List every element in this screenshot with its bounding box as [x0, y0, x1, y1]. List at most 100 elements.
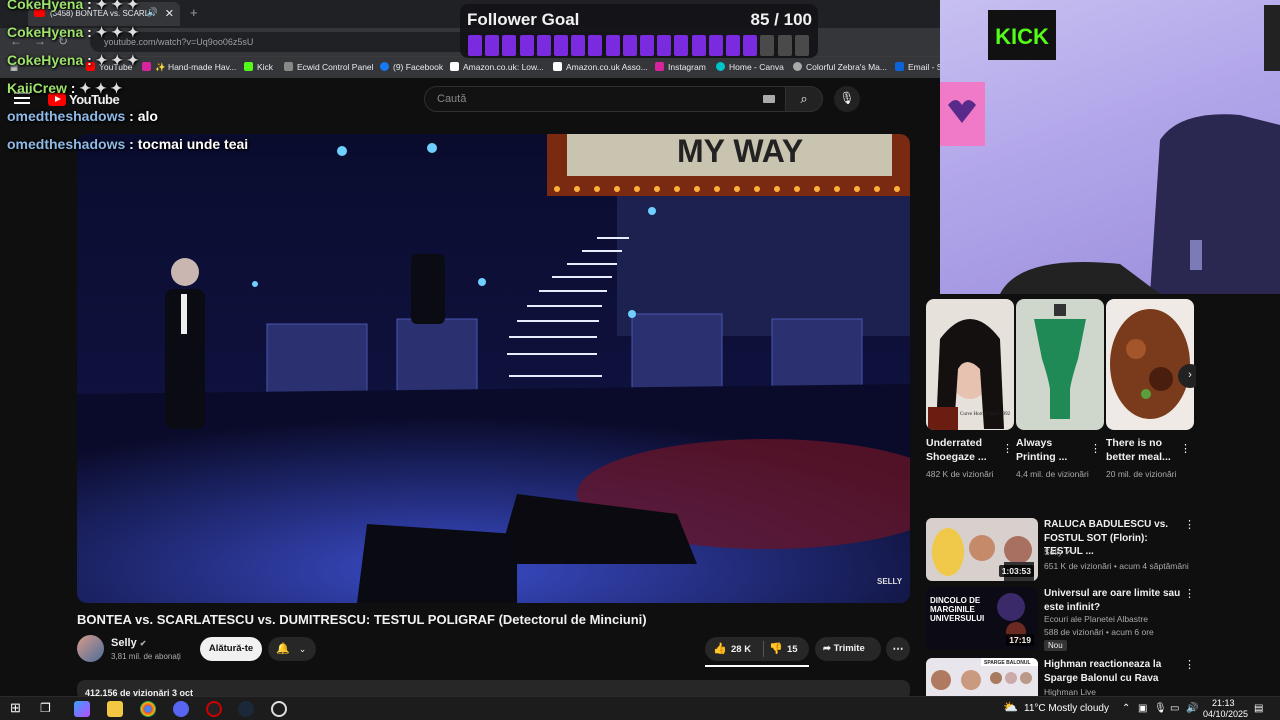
dislike-count[interactable]: 15	[787, 644, 798, 655]
recommended-video[interactable]: SPARGE BALONUL Highman reactioneaza la S…	[926, 658, 1196, 696]
short-thumbnail[interactable]	[1016, 299, 1104, 430]
recommended-title[interactable]: Highman reactioneaza la Sparge Balonul c…	[1044, 658, 1184, 685]
goal-segment-empty	[760, 35, 775, 56]
more-icon[interactable]: ⋮	[1002, 442, 1013, 455]
duration-badge: 1:03:53	[998, 565, 1034, 577]
volume-icon[interactable]: 🔊	[1186, 703, 1198, 714]
recommended-channel[interactable]: Selly ✔	[1044, 547, 1072, 558]
search-input[interactable]: Caută	[424, 86, 786, 112]
more-actions-button[interactable]: ⋯	[886, 637, 910, 661]
recommended-video[interactable]: 1:03:53 RALUCA BADULESCU vs. FOSTUL SOT …	[926, 518, 1196, 584]
clock-date[interactable]: 04/10/2025	[1203, 709, 1248, 719]
weather-text[interactable]: 11°C Mostly cloudy	[1024, 703, 1109, 714]
goal-segment-filled	[605, 35, 620, 56]
keyboard-icon[interactable]	[763, 95, 775, 103]
network-icon[interactable]: ▭	[1170, 703, 1179, 714]
copilot-icon[interactable]	[74, 701, 90, 717]
discord-icon[interactable]	[173, 701, 189, 717]
tray-device-icon[interactable]: ▣	[1138, 703, 1147, 714]
short-thumbnail[interactable]: Curve Horror Head 1992	[926, 299, 1014, 430]
chevron-right-icon[interactable]: ›	[1178, 364, 1196, 388]
emote-icon: ✦ ✦ ✦	[95, 24, 139, 40]
goal-segment-filled	[691, 35, 706, 56]
chevron-down-icon: ⌄	[298, 644, 307, 654]
bookmark-canva[interactable]: Home - Canva	[716, 62, 784, 72]
like-count[interactable]: 28 K	[731, 644, 751, 655]
recommended-video[interactable]: DINCOLO DE MARGINILE UNIVERSULUI 17:19 Uni…	[926, 587, 1196, 653]
video-thumbnail[interactable]: DINCOLO DE MARGINILE UNIVERSULUI 17:19	[926, 587, 1038, 650]
recommended-channel[interactable]: Ecouri ale Planetei Albastre	[1044, 614, 1148, 624]
recommended-channel[interactable]: Highman Live	[1044, 687, 1096, 696]
windows-taskbar: ⊞ ❐ ⛅ 11°C Mostly cloudy ⌃ ▣ 🎙 ▭ 🔊 21:13…	[0, 696, 1280, 720]
search-button[interactable]: ⌕	[785, 86, 823, 112]
emote-icon: ✦ ✦ ✦	[79, 80, 123, 96]
thumb-text: SPARGE BALONUL	[984, 660, 1031, 666]
tray-chevron-up-icon[interactable]: ⌃	[1122, 703, 1130, 714]
bookmark-email[interactable]: Email - S	[895, 62, 940, 72]
mic-icon[interactable]: 🎙	[834, 86, 860, 112]
bookmark-amazon-asso[interactable]: Amazon.co.uk Asso...	[553, 62, 648, 72]
goal-segment-filled	[743, 35, 758, 56]
chat-username: omedtheshadows	[7, 108, 126, 124]
channel-avatar[interactable]	[77, 635, 104, 662]
short-thumbnail[interactable]	[1106, 299, 1194, 430]
chat-username: omedtheshadows	[7, 136, 126, 152]
bookmark-facebook[interactable]: (9) Facebook	[380, 62, 443, 72]
app-icon[interactable]	[271, 701, 287, 717]
like-divider	[763, 641, 764, 657]
more-icon[interactable]: ⋮	[1180, 442, 1191, 455]
chrome-icon[interactable]	[140, 701, 156, 717]
join-button[interactable]: Alătură-te	[200, 637, 262, 661]
clock-time[interactable]: 21:13	[1212, 698, 1235, 708]
close-tab-icon[interactable]: ✕	[165, 7, 174, 20]
chat-message: omedtheshadows : alo	[7, 108, 158, 124]
share-button[interactable]: ➦ Trimite	[815, 637, 881, 661]
short-title[interactable]: Underrated Shoegaze ...	[926, 436, 996, 464]
recommended-meta: 651 K de vizionări • acum 4 săptămâni	[1044, 561, 1189, 571]
more-icon[interactable]: ⋮	[1184, 658, 1195, 671]
mic-tray-icon[interactable]: 🎙	[1154, 703, 1167, 714]
chat-separator: :	[83, 24, 96, 40]
like-icon[interactable]: 👍	[713, 642, 727, 655]
speaker-icon[interactable]: 🔊	[147, 7, 158, 18]
recommended-title[interactable]: Universul are oare limite sau este infin…	[1044, 587, 1184, 614]
share-icon: ➦	[823, 643, 831, 654]
goal-segment-filled	[708, 35, 723, 56]
short-title[interactable]: Always Printing ...	[1016, 436, 1086, 464]
goal-segment-empty	[777, 35, 792, 56]
bookmark-ecwid[interactable]: Ecwid Control Panel	[284, 62, 374, 72]
task-view-icon[interactable]: ❐	[40, 701, 56, 717]
goal-segment-filled	[485, 35, 500, 56]
new-badge: Nou	[1044, 640, 1067, 651]
video-thumbnail[interactable]: SPARGE BALONUL	[926, 658, 1038, 696]
video-thumbnail[interactable]: 1:03:53	[926, 518, 1038, 581]
chat-username: CokeHyena	[7, 0, 84, 12]
bookmark-amazon-low[interactable]: Amazon.co.uk: Low...	[450, 62, 544, 72]
browser-window: (3458) BONTEA vs. SCARLA 🔊 ✕ + ← → ↻ you…	[0, 0, 940, 696]
dislike-icon[interactable]: 👎	[769, 642, 783, 655]
more-icon[interactable]: ⋮	[1184, 518, 1195, 531]
new-tab-icon[interactable]: +	[190, 5, 198, 20]
bookmark-kick[interactable]: Kick	[244, 62, 273, 72]
bookmark-handmade[interactable]: ✨ Hand-made Hav...	[142, 62, 236, 73]
obs-icon[interactable]	[206, 701, 222, 717]
bookmark-zebra[interactable]: Colorful Zebra's Ma...	[793, 62, 887, 72]
steam-icon[interactable]	[238, 701, 254, 717]
description-box[interactable]: 412.156 de vizionări 3 oct	[77, 680, 910, 696]
weather-icon[interactable]: ⛅	[1003, 700, 1018, 714]
short-thumb-image-2	[1016, 299, 1104, 430]
search-icon: ⌕	[800, 91, 808, 106]
notifications-button[interactable]: 🔔 ⌄	[268, 637, 316, 661]
bookmark-instagram[interactable]: Instagram	[655, 62, 706, 72]
follower-goal-title: Follower Goal	[467, 10, 580, 29]
windows-start-icon[interactable]: ⊞	[10, 700, 26, 716]
more-icon[interactable]: ⋮	[1184, 587, 1195, 600]
short-title[interactable]: There is no better meal...	[1106, 436, 1176, 464]
goal-segment-filled	[674, 35, 689, 56]
file-explorer-icon[interactable]	[107, 701, 123, 717]
more-icon[interactable]: ⋮	[1090, 442, 1101, 455]
notification-icon[interactable]: ▤	[1254, 703, 1263, 714]
chat-message: CokeHyena : ✦ ✦ ✦	[7, 24, 139, 41]
video-player[interactable]: MY WAY SELLY	[77, 134, 910, 603]
channel-name[interactable]: Selly ✔	[111, 637, 146, 649]
